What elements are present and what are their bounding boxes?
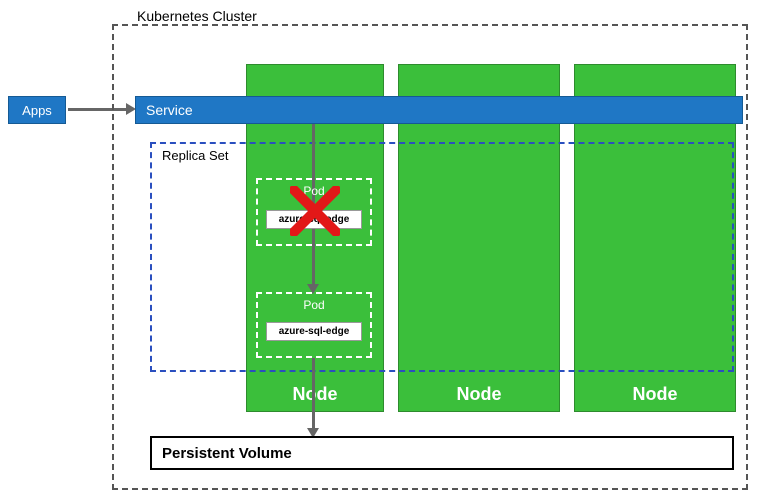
node-2-label: Node — [399, 384, 559, 405]
persistent-volume-box: Persistent Volume — [150, 436, 734, 470]
service-label: Service — [146, 102, 193, 118]
pod-1-failed: Pod azure-sql-edge — [256, 178, 372, 246]
service-bar: Service — [135, 96, 743, 124]
node-1-label: Node — [247, 384, 383, 405]
pod-1-container: azure-sql-edge — [266, 210, 362, 229]
arrow-pod-to-pv — [312, 358, 315, 430]
replica-set-label: Replica Set — [162, 148, 228, 163]
apps-box: Apps — [8, 96, 66, 124]
kubernetes-cluster-label: Kubernetes Cluster — [137, 8, 257, 24]
persistent-volume-label: Persistent Volume — [162, 445, 292, 462]
apps-label: Apps — [22, 103, 52, 118]
node-3-label: Node — [575, 384, 735, 405]
pod-2-label: Pod — [258, 298, 370, 312]
replica-set-boundary — [150, 142, 734, 372]
pod-2-container: azure-sql-edge — [266, 322, 362, 341]
pod-2: Pod azure-sql-edge — [256, 292, 372, 358]
diagram-canvas: Apps Kubernetes Cluster Node Node Node S… — [0, 0, 765, 502]
pod-1-label: Pod — [258, 184, 370, 198]
